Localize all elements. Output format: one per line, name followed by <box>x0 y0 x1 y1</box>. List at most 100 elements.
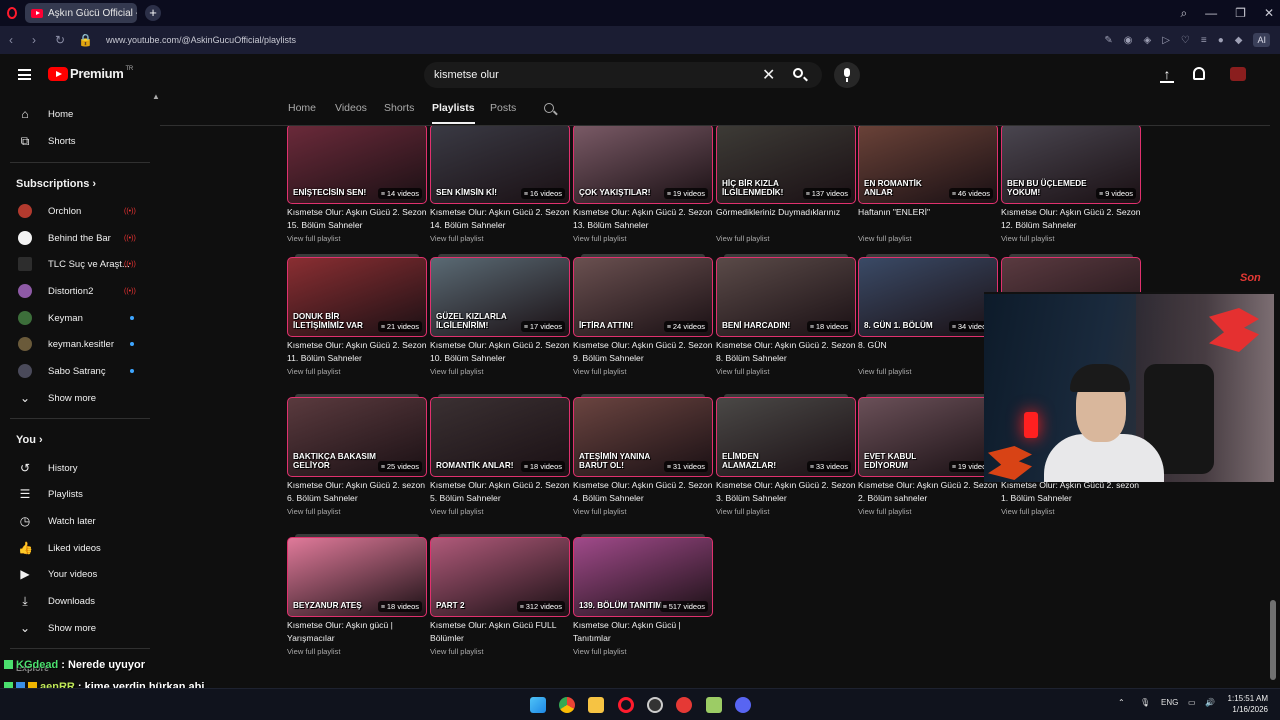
sidebar-item-downloads[interactable]: ⤓ Downloads <box>0 588 155 614</box>
back-icon[interactable]: ‹ <box>9 33 23 47</box>
playlist-thumbnail[interactable]: BEYZANUR ATEŞ 18 videos <box>287 537 427 617</box>
playlist-thumbnail[interactable]: DONUK BİR İLETİŞİMİMİZ VAR 21 videos <box>287 257 427 337</box>
playlist-card[interactable]: EN ROMANTİK ANLAR 46 videos Haftanın "ENLE… <box>858 126 998 244</box>
reload-icon[interactable]: ↻ <box>55 33 69 47</box>
tab-shorts[interactable]: Shorts <box>384 102 414 114</box>
view-full-playlist-link[interactable]: View full playlist <box>858 507 911 516</box>
search-button[interactable] <box>790 66 810 84</box>
sidebar-item-playlists[interactable]: ☰ Playlists <box>0 481 155 507</box>
playlist-card[interactable]: İFTİRA ATTIN! 24 videos Kısmetse Olur: Aşk… <box>573 254 713 377</box>
view-full-playlist-link[interactable]: View full playlist <box>573 507 626 516</box>
playlist-card[interactable]: ATEŞİMİN YANINA BARUT OL! 31 videos Kısmet… <box>573 394 713 517</box>
playlist-title[interactable]: Kısmetse Olur: Aşkın Gücü 2. Sezon 13. B… <box>573 206 713 232</box>
playlist-title[interactable]: Kısmetse Olur: Aşkın Gücü 2. Sezon 5. Bö… <box>430 479 570 505</box>
maximize-button[interactable]: ❐ <box>1235 6 1246 20</box>
view-full-playlist-link[interactable]: View full playlist <box>716 367 769 376</box>
discord-icon[interactable] <box>735 697 751 713</box>
playlist-title[interactable]: Haftanın "ENLERİ" <box>858 206 998 219</box>
browser-tab[interactable]: Aşkın Gücü Official - You <box>25 3 137 23</box>
playlist-card[interactable]: DONUK BİR İLETİŞİMİMİZ VAR 21 videos Kısme… <box>287 254 427 377</box>
view-full-playlist-link[interactable]: View full playlist <box>1001 507 1054 516</box>
channel-search-icon[interactable] <box>544 103 554 113</box>
view-full-playlist-link[interactable]: View full playlist <box>287 507 340 516</box>
view-full-playlist-link[interactable]: View full playlist <box>716 507 769 516</box>
chrome-icon[interactable] <box>559 697 575 713</box>
voice-search-icon[interactable] <box>834 62 860 88</box>
playlist-title[interactable]: Kısmetse Olur: Aşkın Gücü 2. Sezon 4. Bö… <box>573 479 713 505</box>
clear-search-icon[interactable]: ✕ <box>762 65 775 85</box>
playlist-thumbnail[interactable]: GÜZEL KIZLARLA İLGİLENİRİM! 17 videos <box>430 257 570 337</box>
playlist-card[interactable]: BEYZANUR ATEŞ 18 videos Kısmetse Olur: Aşk… <box>287 534 427 657</box>
view-full-playlist-link[interactable]: View full playlist <box>573 367 626 376</box>
page-scrollbar[interactable] <box>1270 600 1276 680</box>
start-icon[interactable] <box>530 697 546 713</box>
playlist-title[interactable]: Kısmetse Olur: Aşkın Gücü FULL Bölümler <box>430 619 570 645</box>
search-input[interactable] <box>434 66 754 84</box>
playlist-thumbnail[interactable]: BAKTIKÇA BAKASIM GELİYOR25 videos <box>287 397 427 477</box>
playlist-card[interactable]: GÜZEL KIZLARLA İLGİLENİRİM! 17 videos Kısm… <box>430 254 570 377</box>
playlist-card[interactable]: HİÇ BİR KIZLA İLGİLENMEDİK! 137 videos Gör… <box>716 126 856 244</box>
playlist-title[interactable]: Kısmetse Olur: Aşkın Gücü | Tanıtımlar <box>573 619 713 645</box>
sidebar-item-history[interactable]: ↺ History <box>0 455 155 481</box>
playlist-card[interactable]: ROMANTİK ANLAR! 18 videos Kısmetse Olur: A… <box>430 394 570 517</box>
playlist-thumbnail[interactable]: İFTİRA ATTIN! 24 videos <box>573 257 713 337</box>
tab-playlists[interactable]: Playlists <box>432 102 475 124</box>
playlist-card[interactable]: BENİ HARCADIN! 18 videos Kısmetse Olur: Aş… <box>716 254 856 377</box>
volume-icon[interactable]: 🔊 <box>1205 698 1215 707</box>
menu-icon[interactable]: ≡ <box>1201 35 1207 46</box>
playlist-title[interactable]: Kısmetse Olur: Aşkın gücü | Yarışmacılar <box>287 619 427 645</box>
playlist-thumbnail[interactable]: HİÇ BİR KIZLA İLGİLENMEDİK! 137 videos <box>716 126 856 204</box>
lock-icon[interactable]: 🔒 <box>78 33 93 47</box>
view-full-playlist-link[interactable]: View full playlist <box>1001 234 1054 243</box>
view-full-playlist-link[interactable]: View full playlist <box>430 234 483 243</box>
new-tab-button[interactable]: + <box>145 5 161 21</box>
playlist-thumbnail[interactable]: ÇOK YAKIŞTILAR! 19 videos <box>573 126 713 204</box>
playlist-title[interactable]: Kısmetse Olur: Aşkın Gücü 2. Sezon 12. B… <box>1001 206 1141 232</box>
tray-chevron-icon[interactable]: ⌃ <box>1118 698 1125 707</box>
heart-icon[interactable]: ♡ <box>1181 35 1190 46</box>
playlist-thumbnail[interactable]: ATEŞİMİN YANINA BARUT OL! 31 videos <box>573 397 713 477</box>
opera-taskbar-icon[interactable] <box>618 697 634 713</box>
view-full-playlist-link[interactable]: View full playlist <box>430 647 483 656</box>
sidebar-item-tlc[interactable]: TLC Suç ve Araşt... ((•)) <box>0 251 155 277</box>
view-full-playlist-link[interactable]: View full playlist <box>573 647 626 656</box>
view-full-playlist-link[interactable]: View full playlist <box>573 234 626 243</box>
app-red-icon[interactable] <box>676 697 692 713</box>
playlist-thumbnail[interactable]: BENİ HARCADIN! 18 videos <box>716 257 856 337</box>
playlist-title[interactable]: Kısmetse Olur: Aşkın Gücü 2. Sezon 10. B… <box>430 339 570 365</box>
account-avatar[interactable] <box>1230 67 1246 81</box>
playlist-thumbnail[interactable]: 139. BÖLÜM TANITIM517 videos <box>573 537 713 617</box>
playlist-card[interactable]: ENİŞTECİSİN SEN! 14 videos Kısmetse Olur: … <box>287 126 427 244</box>
browser-search-icon[interactable]: ⌕ <box>1180 6 1187 21</box>
extension-icon[interactable]: ◆ <box>1235 35 1243 46</box>
playlist-thumbnail[interactable]: SEN KİMSİN Kİ! 16 videos <box>430 126 570 204</box>
premium-logo[interactable]: Premium TR <box>70 66 133 81</box>
playlist-title[interactable]: Kısmetse Olur: Aşkın Gücü 2. Sezon 11. B… <box>287 339 427 365</box>
view-full-playlist-link[interactable]: View full playlist <box>287 367 340 376</box>
shield-icon[interactable]: ◈ <box>1144 35 1152 46</box>
sidebar-item-sabo-satranc[interactable]: Sabo Satranç <box>0 358 155 384</box>
playlist-title[interactable]: Kısmetse Olur: Aşkın Gücü 2. Sezon 15. B… <box>287 206 427 232</box>
view-full-playlist-link[interactable]: View full playlist <box>858 234 911 243</box>
playlist-title[interactable]: Görmedikleriniz Duymadıklarınız <box>716 206 856 219</box>
playlist-thumbnail[interactable]: EVET KABUL EDİYORUM19 videos <box>858 397 998 477</box>
close-window-button[interactable]: ✕ <box>1264 6 1274 20</box>
show-more-subscriptions[interactable]: ⌄ Show more <box>0 385 155 411</box>
show-more-you[interactable]: ⌄ Show more <box>0 615 155 641</box>
view-full-playlist-link[interactable]: View full playlist <box>716 234 769 243</box>
sidebar-item-distortion2[interactable]: Distortion2 ((•)) <box>0 278 155 304</box>
sidebar-item-watch-later[interactable]: ◷ Watch later <box>0 508 155 534</box>
playlist-card[interactable]: 8. GÜN 1. BÖLÜM34 videos 8. GÜN View full … <box>858 254 998 377</box>
tab-posts[interactable]: Posts <box>490 102 516 114</box>
playlist-thumbnail[interactable]: ELİMDEN ALAMAZLAR! 33 videos <box>716 397 856 477</box>
sidebar-item-orchlon[interactable]: Orchlon ((•)) <box>0 198 155 224</box>
playlist-thumbnail[interactable]: EN ROMANTİK ANLAR 46 videos <box>858 126 998 204</box>
playlist-title[interactable]: Kısmetse Olur: Aşkın Gücü 2. Sezon 9. Bö… <box>573 339 713 365</box>
minimize-button[interactable]: — <box>1205 6 1217 20</box>
sidebar-item-home[interactable]: ⌂ Home <box>0 101 155 127</box>
tab-videos[interactable]: Videos <box>335 102 367 114</box>
view-full-playlist-link[interactable]: View full playlist <box>287 234 340 243</box>
sidebar-item-liked-videos[interactable]: 👍 Liked videos <box>0 535 155 561</box>
view-full-playlist-link[interactable]: View full playlist <box>858 367 911 376</box>
playlist-thumbnail[interactable]: 8. GÜN 1. BÖLÜM34 videos <box>858 257 998 337</box>
